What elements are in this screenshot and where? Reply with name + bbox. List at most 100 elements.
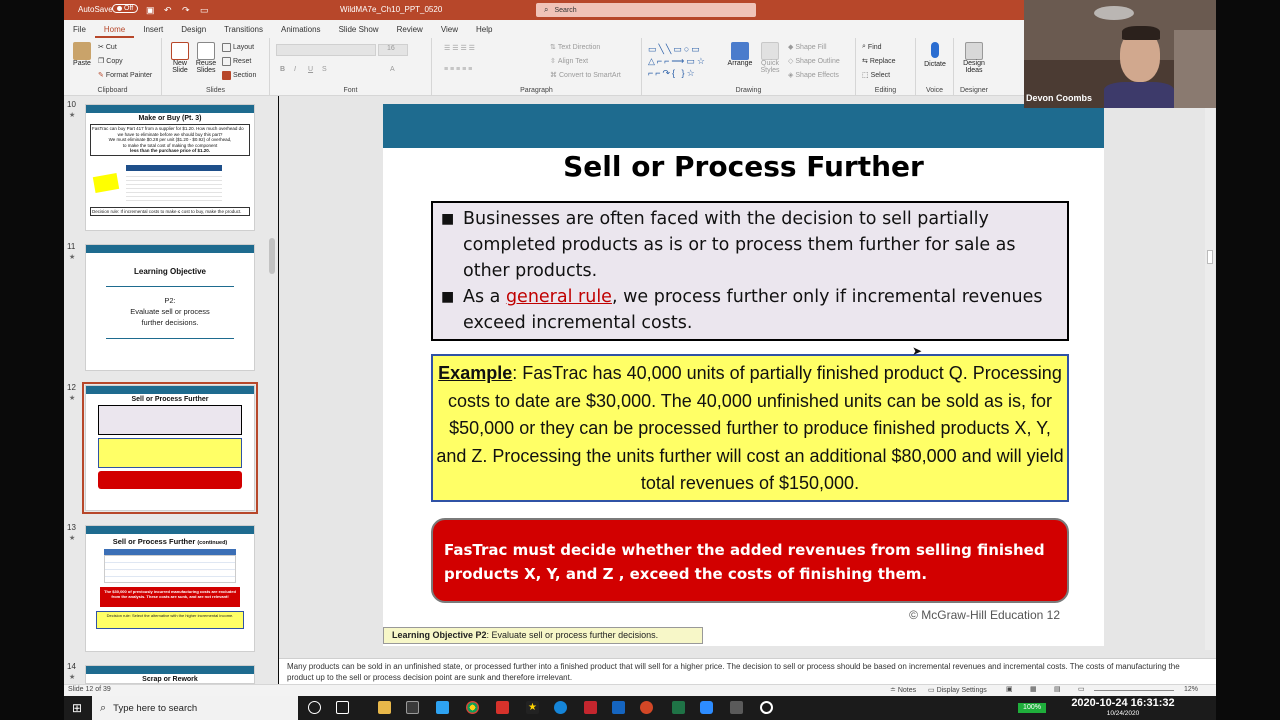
normal-view-icon[interactable]: ▣ [1006,685,1013,693]
cut-button[interactable]: ✂ Cut [98,43,117,52]
tab-animations[interactable]: Animations [272,25,330,38]
cortana-icon[interactable] [308,701,321,714]
shadow-button[interactable]: S [322,66,327,73]
select-button[interactable]: ⬚ Select [862,71,890,80]
zoom-slider[interactable] [1094,690,1174,691]
thumbnail-slide-10[interactable]: Make or Buy (Pt. 3) FasTrac can buy Part… [85,104,255,231]
bullets-icon[interactable]: ☰ ☰ ☰ ☰ [444,44,475,52]
redo-icon[interactable]: ↷ [182,5,190,16]
tab-design[interactable]: Design [172,25,215,38]
design-ideas-button[interactable]: Design Ideas [958,42,990,74]
search-box[interactable]: ⌕ Search [536,3,756,17]
font-family-dropdown[interactable] [276,44,376,56]
save-icon[interactable]: ▣ [146,5,155,16]
find-button[interactable]: ⌕ Find [862,43,882,51]
pdf-app-icon[interactable] [584,701,597,714]
example-box[interactable]: Example: FasTrac has 40,000 units of par… [431,354,1069,502]
italic-button[interactable]: I [294,66,296,73]
shape-fill-button[interactable]: ◆ Shape Fill [788,43,827,52]
align-text-icon: ⇳ [550,58,556,65]
convert-smartart-button[interactable]: ⌘ Convert to SmartArt [550,71,621,80]
new-slide-button[interactable]: New Slide [168,42,192,74]
windows-start-icon[interactable]: ⊞ [72,701,82,715]
tab-slide-show[interactable]: Slide Show [330,25,388,38]
file-title[interactable]: WildMA7e_Ch10_PPT_0520 [340,5,442,14]
slide-title[interactable]: Sell or Process Further [383,150,1104,190]
file-explorer-icon[interactable] [378,701,391,714]
font-color-icon[interactable]: A [390,66,395,73]
quick-styles-button[interactable]: Quick Styles [756,42,784,74]
thumbnails-scrollbar[interactable] [269,100,275,680]
bold-button[interactable]: B [280,66,285,73]
start-from-beginning-icon[interactable]: ▭ [200,5,209,16]
thumbnail-slide-11[interactable]: Learning Objective P2: Evaluate sell or … [85,244,255,371]
bullet-text-box[interactable]: ■ Businesses are often faced with the de… [431,201,1069,341]
taskbar-clock[interactable]: 2020-10-24 16:31:32 10/24/2020 [1068,696,1178,720]
outlook-icon[interactable] [612,701,625,714]
zoom-app-icon[interactable] [700,701,713,714]
obs-icon[interactable] [760,701,773,714]
tab-help[interactable]: Help [467,25,501,38]
thumbnail-slide-13[interactable]: Sell or Process Further (continued) The … [85,525,255,652]
underline-button[interactable]: U [308,66,313,73]
tab-home[interactable]: Home [94,25,135,38]
replace-button[interactable]: ⇆ Replace [862,57,896,66]
taskbar-search[interactable]: ⌕ Type here to search [92,696,298,720]
shape-outline-button[interactable]: ◇ Shape Outline [788,57,840,66]
layout-button[interactable]: Layout [222,43,254,52]
arrange-icon [731,42,749,60]
battery-indicator[interactable]: 100% [1018,703,1046,713]
store-icon[interactable] [406,701,419,714]
shapes-gallery[interactable]: ▭╲╲▭○▭ △⌐⌐⟶▭☆ ⌐⌐↷{ }☆ [648,43,720,79]
reuse-slides-button[interactable]: Reuse Slides [194,42,218,74]
text-direction-button[interactable]: ⇅ Text Direction [550,43,600,52]
format-painter-button[interactable]: ✎ Format Painter [98,71,152,80]
undo-icon[interactable]: ↶ [164,5,172,16]
tab-view[interactable]: View [432,25,467,38]
paste-label: Paste [73,60,91,67]
autosave-toggle[interactable]: Off [112,4,139,13]
calculator-icon[interactable] [730,701,743,714]
arrange-button[interactable]: Arrange [726,42,754,67]
shape-effects-label: Shape Effects [795,71,839,79]
copy-button[interactable]: ❐ Copy [98,57,123,66]
font-size-dropdown[interactable]: 16 [378,44,408,56]
slideshow-icon[interactable]: ▭ [1078,685,1085,693]
layout-label: Layout [233,44,255,51]
speaker-notes[interactable]: Many products can be sold in an unfinish… [279,658,1216,684]
shape-effects-button[interactable]: ◈ Shape Effects [788,71,839,80]
reset-button[interactable]: Reset [222,57,251,66]
excel-icon[interactable] [672,701,685,714]
learning-objective-bar[interactable]: Learning Objective P2: Evaluate sell or … [383,627,703,644]
zoom-level[interactable]: 12% [1184,686,1198,693]
paste-button[interactable]: Paste [70,42,94,67]
thumb-line: less than the purchase price of $1.20. [129,148,211,153]
dictate-button[interactable]: Dictate [920,42,950,68]
task-view-icon[interactable] [336,701,349,714]
general-rule-link[interactable]: general rule [506,287,612,307]
align-icons[interactable]: ≡ ≡ ≡ ≡ ≡ [444,66,472,73]
app-red-icon[interactable] [496,701,509,714]
app-l-icon[interactable] [436,701,449,714]
thumbnail-slide-12[interactable]: Sell or Process Further [82,382,258,514]
tab-review[interactable]: Review [388,25,432,38]
align-text-button[interactable]: ⇳ Align Text [550,57,588,66]
edge-icon[interactable] [554,701,567,714]
display-settings-button[interactable]: ▭ Display Settings [928,686,987,694]
font-group-label: Font [343,87,358,94]
section-button[interactable]: Section [222,71,256,80]
scroll-thumb[interactable] [1207,250,1213,264]
chrome-icon[interactable] [466,701,479,714]
tab-file[interactable]: File [64,25,95,38]
notes-button[interactable]: ≐ Notes [890,686,916,694]
tab-transitions[interactable]: Transitions [215,25,272,38]
scroll-thumb[interactable] [269,238,275,274]
powerpoint-icon[interactable] [640,701,653,714]
editor-scrollbar[interactable] [1205,100,1215,650]
slide-sorter-icon[interactable]: ▦ [1030,685,1037,693]
decision-callout[interactable]: FasTrac must decide whether the added re… [431,518,1069,603]
star-app-icon[interactable]: ★ [526,701,539,714]
tab-insert[interactable]: Insert [134,25,172,38]
reading-view-icon[interactable]: ▤ [1054,685,1061,693]
thumbnail-slide-14[interactable]: Scrap or Rework [85,665,255,684]
